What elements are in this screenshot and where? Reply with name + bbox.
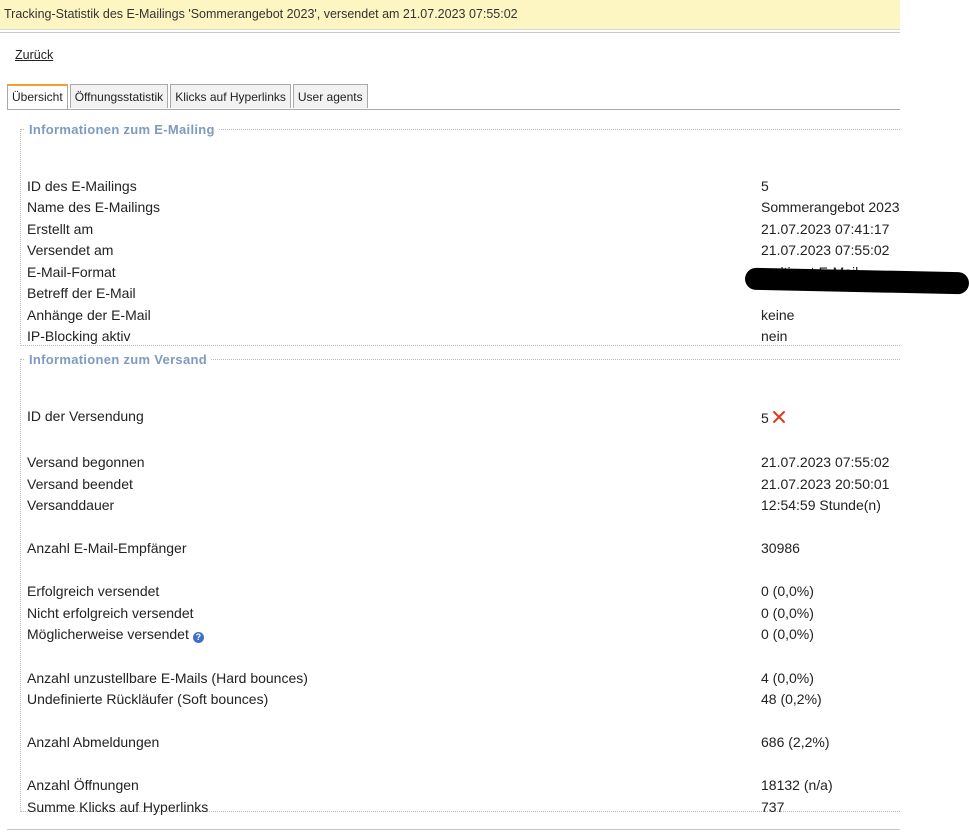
send-row-opens: Anzahl Öffnungen 18132 (n/a): [27, 775, 900, 795]
tab-open-statistics[interactable]: Öffnungsstatistik: [69, 84, 169, 108]
info-row-ip-blocking: IP-Blocking aktiv nein: [27, 326, 900, 346]
row-value: Sommerangebot 2023: [761, 199, 900, 215]
row-label: Versand beendet: [27, 476, 133, 492]
row-value: 0 (0,0%): [761, 583, 814, 599]
row-value: 0 (0,0%): [761, 626, 814, 642]
row-value: nein: [761, 328, 788, 344]
row-value: 18132 (n/a): [761, 777, 833, 793]
row-label: Anzahl Abmeldungen: [27, 734, 160, 750]
send-info-section: Informationen zum Versand ID der Versend…: [20, 352, 900, 815]
title-divider: [0, 32, 900, 33]
cancel-icon[interactable]: [772, 409, 786, 429]
row-label: Versand begonnen: [27, 454, 145, 470]
row-label: Name des E-Mailings: [27, 199, 161, 215]
row-label: Anzahl Öffnungen: [27, 777, 139, 793]
info-row-name: Name des E-Mailings Sommerangebot 2023: [27, 197, 900, 217]
row-value: 5: [761, 410, 769, 426]
row-value: 686 (2,2%): [761, 734, 830, 750]
send-row-possibly: Möglicherweise versendet? 0 (0,0%): [27, 624, 900, 644]
row-label: Anzahl E-Mail-Empfänger: [27, 540, 187, 556]
row-value: 737: [761, 799, 785, 815]
row-value: keine: [761, 307, 795, 323]
send-row-recipients: Anzahl E-Mail-Empfänger 30986: [27, 538, 900, 558]
info-row-attachments: Anhänge der E-Mail keine: [27, 305, 900, 325]
info-row-sent: Versendet am 21.07.2023 07:55:02: [27, 240, 900, 260]
row-label: ID der Versendung: [27, 408, 144, 424]
row-label: Undefinierte Rückläufer (Soft bounces): [27, 691, 269, 707]
row-label: Summe Klicks auf Hyperlinks: [27, 799, 209, 815]
send-row-started: Versand begonnen 21.07.2023 07:55:02: [27, 452, 900, 472]
send-row-hard-bounces: Anzahl unzustellbare E-Mails (Hard bounc…: [27, 668, 900, 688]
row-label-wrap: Möglicherweise versendet?: [27, 624, 204, 644]
tab-divider: [7, 109, 900, 110]
row-value: 0 (0,0%): [761, 605, 814, 621]
send-info-legend: Informationen zum Versand: [29, 352, 207, 367]
row-label: Möglicherweise versendet: [27, 626, 189, 642]
send-row-duration: Versanddauer 12:54:59 Stunde(n): [27, 495, 900, 515]
row-value: 48 (0,2%): [761, 691, 822, 707]
info-row-id: ID des E-Mailings 5: [27, 176, 900, 196]
row-value: 30986: [761, 540, 800, 556]
row-value: 21.07.2023 07:55:02: [761, 242, 890, 258]
tab-user-agents[interactable]: User agents: [292, 84, 368, 108]
info-row-created: Erstellt am 21.07.2023 07:41:17: [27, 219, 900, 239]
row-label: Versendet am: [27, 242, 114, 258]
page-bottom-rule: [7, 829, 900, 830]
help-icon[interactable]: ?: [192, 632, 204, 643]
send-row-unsubscribes: Anzahl Abmeldungen 686 (2,2%): [27, 732, 900, 752]
page-title: Tracking-Statistik des E-Mailings 'Somme…: [0, 0, 900, 30]
tab-link-clicks[interactable]: Klicks auf Hyperlinks: [170, 84, 291, 108]
redaction-mark: [744, 267, 969, 295]
row-label: IP-Blocking aktiv: [27, 328, 131, 344]
row-label: Betreff der E-Mail: [27, 285, 136, 301]
mailing-info-section: Informationen zum E-Mailing ID des E-Mai…: [20, 122, 900, 346]
send-row-soft-bounces: Undefinierte Rückläufer (Soft bounces) 4…: [27, 689, 900, 709]
row-label: E-Mail-Format: [27, 264, 116, 280]
row-value: 21.07.2023 20:50:01: [761, 476, 890, 492]
row-label: Erstellt am: [27, 221, 94, 237]
send-row-ended: Versand beendet 21.07.2023 20:50:01: [27, 474, 900, 494]
send-row-failed: Nicht erfolgreich versendet 0 (0,0%): [27, 603, 900, 623]
mailing-info-legend: Informationen zum E-Mailing: [29, 122, 215, 137]
row-value: 5: [761, 178, 769, 194]
row-label: Versanddauer: [27, 497, 115, 513]
tab-bar: Übersicht Öffnungsstatistik Klicks auf H…: [7, 84, 370, 110]
row-label: Nicht erfolgreich versendet: [27, 605, 194, 621]
row-label: Anhänge der E-Mail: [27, 307, 151, 323]
send-row-id: ID der Versendung 5: [27, 406, 900, 426]
row-label: Erfolgreich versendet: [27, 583, 160, 599]
row-value: 4 (0,0%): [761, 670, 814, 686]
row-value: 21.07.2023 07:55:02: [761, 454, 890, 470]
row-value: 21.07.2023 07:41:17: [761, 221, 890, 237]
send-row-clicks: Summe Klicks auf Hyperlinks 737: [27, 797, 900, 817]
row-label: ID des E-Mailings: [27, 178, 137, 194]
back-link[interactable]: Zurück: [15, 48, 53, 62]
row-value: 12:54:59 Stunde(n): [761, 497, 881, 513]
row-value-wrap: 5: [761, 408, 786, 429]
row-label: Anzahl unzustellbare E-Mails (Hard bounc…: [27, 670, 308, 686]
tab-overview[interactable]: Übersicht: [7, 84, 68, 110]
send-row-success: Erfolgreich versendet 0 (0,0%): [27, 581, 900, 601]
